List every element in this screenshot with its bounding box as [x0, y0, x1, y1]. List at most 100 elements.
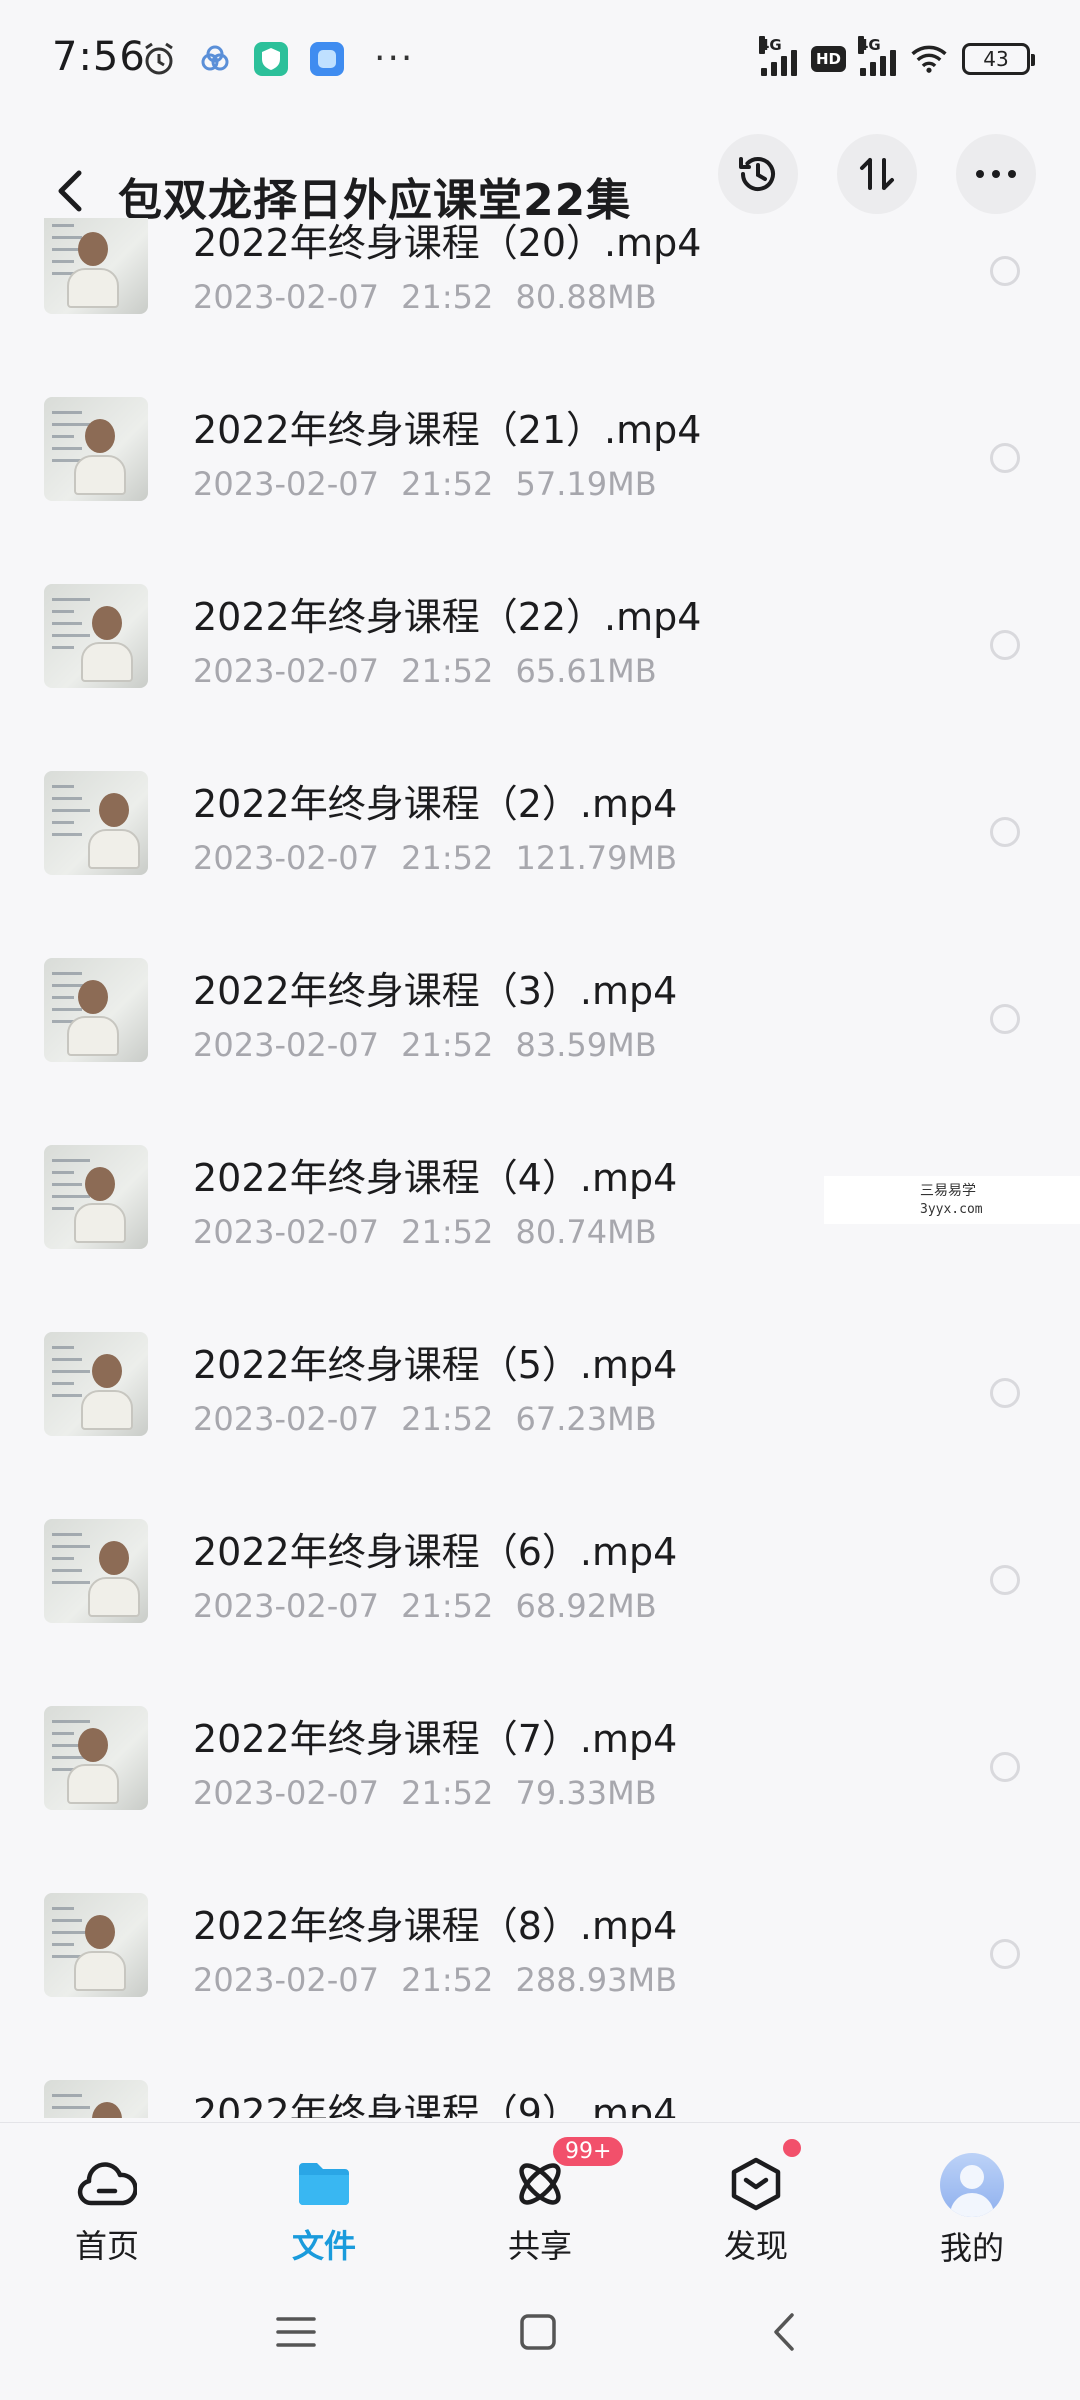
select-checkbox[interactable]	[990, 256, 1020, 286]
screen: 7:56 ··· 4G HD 4G 43 包双龙择日外应课堂22集 2022年终…	[0, 0, 1080, 2400]
cloud-app-icon	[196, 40, 234, 78]
status-time: 7:56	[52, 34, 146, 80]
system-nav-bar	[0, 2272, 1080, 2400]
share-badge: 99+	[553, 2137, 624, 2166]
file-name: 2022年终身课程（21）.mp4	[193, 408, 702, 452]
video-thumbnail	[44, 1893, 148, 1997]
file-name: 2022年终身课程（6）.mp4	[193, 1530, 678, 1574]
home-button[interactable]	[508, 2302, 568, 2362]
file-row[interactable]: 2022年终身课程（20）.mp4 2023-02-07 21:52 80.88M…	[0, 218, 1080, 361]
back-button[interactable]	[40, 156, 100, 226]
file-row[interactable]: 2022年终身课程（21）.mp4 2023-02-07 21:52 57.19M…	[0, 361, 1080, 548]
video-thumbnail	[44, 1706, 148, 1810]
watermark-line-2: 3yyx.com	[920, 1202, 983, 1217]
nav-discover-label: 发现	[723, 2227, 788, 2265]
file-row[interactable]: 2022年终身课程（7）.mp4 2023-02-07 21:52 79.33MB	[0, 1670, 1080, 1857]
bottom-nav: 首页 文件 99+ 共享 发现 我的	[0, 2122, 1080, 2272]
file-list-content: 2022年终身课程（20）.mp4 2023-02-07 21:52 80.88M…	[0, 218, 1080, 2118]
file-meta: 2023-02-07 21:52 67.23MB	[193, 1400, 657, 1438]
share-icon: 99+	[509, 2137, 624, 2215]
back-chevron-icon	[774, 2313, 794, 2351]
select-checkbox[interactable]	[990, 1378, 1020, 1408]
history-icon	[739, 157, 775, 191]
sort-button[interactable]	[837, 134, 917, 214]
file-name: 2022年终身课程（20）.mp4	[193, 221, 702, 265]
nav-share-label: 共享	[507, 2227, 572, 2265]
system-status: 4G HD 4G 43	[758, 36, 1035, 78]
folder-icon	[293, 2153, 355, 2215]
nav-files[interactable]: 文件	[249, 2153, 399, 2273]
nav-files-label: 文件	[291, 2227, 356, 2265]
home-cloud-icon	[76, 2153, 138, 2215]
network-type-2: 4G	[858, 36, 881, 54]
nav-discover[interactable]: 发现	[681, 2139, 831, 2273]
video-thumbnail	[44, 584, 148, 688]
file-meta: 2023-02-07 21:52 68.92MB	[193, 1587, 657, 1625]
battery-icon: 43	[962, 43, 1035, 75]
history-button[interactable]	[718, 134, 798, 214]
discover-notification-dot	[783, 2139, 801, 2157]
shield-app-icon	[252, 40, 290, 78]
file-meta: 2023-02-07 21:52 79.33MB	[193, 1774, 657, 1812]
app-icon	[308, 40, 346, 78]
nav-home-label: 首页	[74, 2227, 139, 2265]
nav-home[interactable]: 首页	[32, 2153, 182, 2273]
video-thumbnail	[44, 218, 148, 314]
video-thumbnail	[44, 1519, 148, 1623]
select-checkbox[interactable]	[990, 1939, 1020, 1969]
file-meta: 2023-02-07 21:52 121.79MB	[193, 839, 678, 877]
file-row[interactable]: 2022年终身课程（2）.mp4 2023-02-07 21:52 121.79M…	[0, 735, 1080, 922]
signal-icon-2: 4G	[858, 36, 896, 76]
file-meta: 2023-02-07 21:52 80.74MB	[193, 1213, 657, 1251]
more-icon	[976, 170, 1016, 178]
network-type: 4G	[758, 36, 782, 54]
select-checkbox[interactable]	[990, 1752, 1020, 1782]
status-bar: 7:56 ··· 4G HD 4G 43	[0, 0, 1080, 124]
nav-me-label: 我的	[939, 2229, 1004, 2267]
select-checkbox[interactable]	[990, 1565, 1020, 1595]
file-name: 2022年终身课程（7）.mp4	[193, 1717, 678, 1761]
square-icon	[520, 2314, 556, 2350]
recent-apps-button[interactable]	[266, 2302, 326, 2362]
select-checkbox[interactable]	[990, 443, 1020, 473]
file-meta: 2023-02-07 21:52 288.93MB	[193, 1961, 678, 1999]
watermark: 三易易学 3yyx.com	[824, 1176, 1080, 1224]
more-options-button[interactable]	[956, 134, 1036, 214]
avatar	[940, 2153, 1004, 2217]
file-row[interactable]: 2022年终身课程（5）.mp4 2023-02-07 21:52 67.23MB	[0, 1296, 1080, 1483]
file-name: 2022年终身课程（2）.mp4	[193, 782, 678, 826]
file-meta: 2023-02-07 21:52 80.88MB	[193, 278, 657, 316]
video-thumbnail	[44, 1332, 148, 1436]
select-checkbox[interactable]	[990, 1004, 1020, 1034]
video-thumbnail	[44, 958, 148, 1062]
file-row[interactable]: 2022年终身课程（9）.mp4	[0, 2044, 1080, 2118]
discover-box-icon	[725, 2139, 801, 2215]
file-name: 2022年终身课程（8）.mp4	[193, 1904, 678, 1948]
file-meta: 2023-02-07 21:52 83.59MB	[193, 1026, 657, 1064]
nav-me[interactable]: 我的	[897, 2153, 1047, 2273]
system-back-button[interactable]	[754, 2302, 814, 2362]
signal-icon: 4G	[758, 36, 797, 76]
select-checkbox[interactable]	[990, 817, 1020, 847]
file-row[interactable]: 2022年终身课程（3）.mp4 2023-02-07 21:52 83.59MB	[0, 922, 1080, 1109]
more-notifications: ···	[374, 38, 415, 79]
file-row[interactable]: 2022年终身课程（6）.mp4 2023-02-07 21:52 68.92MB	[0, 1483, 1080, 1670]
watermark-line-1: 三易易学	[920, 1183, 976, 1199]
select-checkbox[interactable]	[990, 630, 1020, 660]
file-name: 2022年终身课程（22）.mp4	[193, 595, 702, 639]
hd-icon: HD	[810, 46, 846, 72]
file-name: 2022年终身课程（9）.mp4	[193, 2091, 678, 2118]
file-meta: 2023-02-07 21:52 65.61MB	[193, 652, 657, 690]
notification-icons: ···	[140, 38, 414, 79]
wifi-icon	[910, 40, 948, 78]
back-arrow-icon	[58, 170, 82, 212]
menu-icon	[276, 2317, 316, 2347]
file-name: 2022年终身课程（4）.mp4	[193, 1156, 678, 1200]
file-name: 2022年终身课程（3）.mp4	[193, 969, 678, 1013]
file-row[interactable]: 2022年终身课程（22）.mp4 2023-02-07 21:52 65.61M…	[0, 548, 1080, 735]
file-meta: 2023-02-07 21:52 57.19MB	[193, 465, 657, 503]
video-thumbnail	[44, 397, 148, 501]
file-list[interactable]: 2022年终身课程（20）.mp4 2023-02-07 21:52 80.88M…	[0, 218, 1080, 2118]
nav-share[interactable]: 99+ 共享	[465, 2137, 624, 2273]
file-row[interactable]: 2022年终身课程（8）.mp4 2023-02-07 21:52 288.93M…	[0, 1857, 1080, 2044]
